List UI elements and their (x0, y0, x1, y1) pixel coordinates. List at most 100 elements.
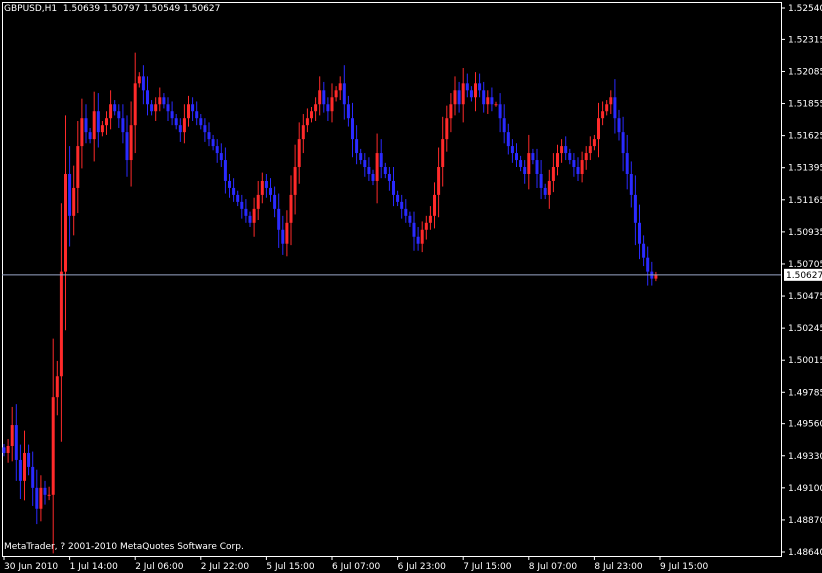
candle-body (23, 452, 26, 481)
candle-body (486, 97, 490, 105)
candle-body (523, 167, 527, 174)
candle-body (10, 425, 14, 446)
candle-body (506, 132, 510, 147)
chart-window[interactable]: 1.52540 1.52315 1.52085 1.51855 1.51625 1.513… (0, 0, 822, 573)
x-tick-label: 30 Jun 2010 (4, 562, 58, 572)
y-tick-label: 1.52085 (788, 67, 822, 77)
candle-body (642, 243, 646, 258)
candle-body (564, 146, 568, 154)
candle-body (580, 160, 584, 174)
candle-body (355, 139, 359, 154)
candle-body (605, 104, 609, 112)
candle-body (609, 97, 613, 105)
candle-body (305, 118, 309, 126)
candle-body (404, 208, 408, 216)
x-tick-label: 1 Jul 14:00 (70, 562, 119, 572)
candle-body (457, 90, 461, 105)
candle-body (638, 222, 641, 244)
candle-body (105, 118, 108, 126)
candle-body (232, 187, 236, 195)
candle-body (18, 459, 22, 481)
candle-body (633, 194, 637, 223)
candle-body (269, 187, 272, 195)
candle-body (6, 445, 10, 453)
candle-body (129, 125, 133, 161)
candle-body (314, 104, 318, 112)
candle-body (568, 153, 572, 161)
candle-body (617, 118, 621, 133)
candle-body (215, 146, 219, 154)
chart-header: GBPUSD,H1 1.50639 1.50797 1.50549 1.5062… (4, 4, 220, 14)
candle-body (453, 90, 457, 105)
candle-body (412, 222, 416, 237)
candle-body (383, 167, 387, 174)
candle-body (162, 97, 166, 105)
x-tick-label: 2 Jul 06:00 (135, 562, 184, 572)
candle-body (420, 229, 424, 244)
candle-body (527, 153, 531, 174)
candle-body (310, 111, 313, 119)
candle-body (27, 452, 31, 467)
current-price-label: 1.50627 (786, 271, 822, 281)
candle-body (428, 215, 432, 223)
y-tick-label: 1.48640 (788, 548, 822, 558)
candle-body (228, 180, 231, 188)
candle-body (293, 167, 297, 195)
candle-body (121, 118, 125, 133)
candle-body (621, 132, 625, 154)
candle-body (236, 194, 240, 202)
candle-body (424, 222, 428, 230)
candle-body (240, 201, 244, 209)
candle-body (88, 132, 92, 140)
y-tick-label: 1.51625 (788, 132, 822, 142)
x-tick-label: 2 Jul 22:00 (201, 562, 250, 572)
candle-body (150, 104, 154, 112)
candle-body (178, 125, 182, 133)
candle-body (47, 494, 51, 496)
candle-body (465, 83, 469, 91)
y-tick-label: 1.52315 (788, 35, 822, 45)
candle-body (51, 397, 55, 495)
candle-body (31, 466, 35, 488)
candle-body (396, 194, 400, 202)
candle-body (84, 118, 88, 133)
candle-body (182, 118, 186, 133)
candle-body (191, 104, 195, 112)
candle-body (629, 173, 633, 195)
x-tick-label: 8 Jul 23:00 (594, 562, 643, 572)
candle-body (154, 104, 158, 112)
candle-body (646, 257, 650, 272)
candle-body (244, 208, 248, 216)
y-tick-label: 1.48870 (788, 516, 822, 526)
candle-body (338, 83, 342, 91)
candle-body (400, 201, 404, 209)
candle-body (519, 160, 523, 168)
candle-body (273, 194, 277, 209)
candle-body (363, 160, 367, 168)
candle-body (515, 153, 518, 161)
candle-body (96, 111, 100, 133)
y-tick-label: 1.51165 (788, 196, 822, 206)
candle-body (584, 153, 588, 161)
candle-body (35, 487, 39, 509)
candle-body (379, 153, 383, 168)
price-chart[interactable]: 1.52540 1.52315 1.52085 1.51855 1.51625 1.513… (0, 0, 822, 573)
candle-body (531, 153, 535, 161)
candle-body (203, 125, 207, 133)
candle-body (146, 90, 149, 105)
candle-body (2, 447, 6, 453)
candle-body (539, 173, 543, 188)
candle-body (375, 153, 379, 181)
candle-body (301, 125, 305, 140)
candle-body (560, 146, 564, 154)
candle-body (174, 118, 178, 126)
candle-body (346, 104, 350, 119)
candle-body (277, 208, 281, 230)
candle-body (502, 118, 506, 133)
candle-body (72, 187, 76, 216)
candle-body (289, 194, 293, 223)
symbol-label: GBPUSD,H1 (4, 4, 58, 14)
candle-body (113, 104, 117, 112)
candle-body (449, 104, 453, 119)
candle-body (92, 111, 96, 140)
